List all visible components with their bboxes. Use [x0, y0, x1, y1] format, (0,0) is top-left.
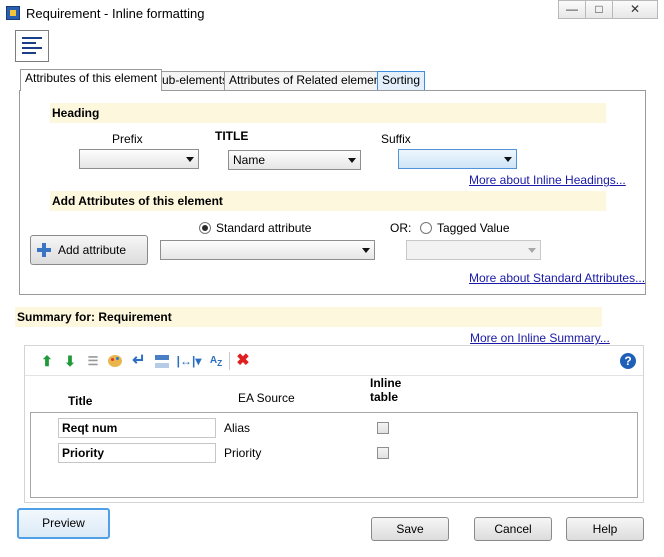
row-title-input[interactable]: Reqt num	[58, 418, 216, 438]
chevron-down-icon	[528, 248, 536, 253]
chevron-down-icon	[186, 157, 194, 162]
title-label: TITLE	[215, 129, 249, 143]
tagged-value-radio[interactable]	[420, 222, 432, 234]
toolbar-divider	[229, 352, 230, 370]
preview-button[interactable]: Preview	[17, 508, 110, 539]
maximize-button[interactable]: □	[585, 0, 612, 19]
row-ea-source: Alias	[224, 421, 251, 435]
more-inline-headings-link[interactable]: More about Inline Headings...	[469, 173, 626, 187]
inline-format-icon	[15, 30, 49, 62]
cancel-button[interactable]: Cancel	[474, 517, 552, 541]
plus-icon	[37, 243, 51, 257]
help-icon[interactable]: ?	[620, 353, 636, 369]
chevron-down-icon	[504, 157, 512, 162]
down-arrow-icon[interactable]: ⬇	[61, 352, 79, 370]
summary-section-title: Summary for: Requirement	[15, 307, 602, 327]
app-icon	[6, 6, 20, 20]
add-attribute-button[interactable]: Add attribute	[30, 235, 148, 265]
column-header-title: Title	[68, 394, 93, 408]
add-attributes-section-title: Add Attributes of this element	[50, 191, 606, 211]
minimize-button[interactable]: —	[558, 0, 585, 19]
row-ea-source: Priority	[224, 446, 262, 460]
tagged-value-label: Tagged Value	[437, 221, 510, 235]
or-label: OR:	[390, 221, 412, 235]
prefix-label: Prefix	[112, 132, 143, 146]
close-button[interactable]: ✕	[612, 0, 658, 19]
standard-attribute-radio[interactable]	[199, 222, 211, 234]
column-header-inline-table: Inline table	[370, 376, 402, 404]
column-header-ea-source: EA Source	[238, 391, 295, 405]
separator-icon[interactable]	[153, 352, 171, 370]
title-value: Name	[233, 153, 266, 167]
title-combo[interactable]: Name	[228, 150, 361, 170]
standard-attribute-label: Standard attribute	[216, 221, 312, 235]
add-attribute-label: Add attribute	[58, 243, 127, 257]
tab-attributes-of-this-element[interactable]: Attributes of this element	[20, 69, 163, 91]
heading-section-title: Heading	[50, 103, 606, 123]
prefix-combo[interactable]	[79, 149, 199, 169]
list-icon[interactable]: ☰	[84, 352, 102, 370]
palette-icon[interactable]	[106, 352, 124, 370]
suffix-combo[interactable]	[398, 149, 517, 169]
delete-icon[interactable]: ✖	[234, 352, 252, 370]
row-inline-table-checkbox[interactable]	[377, 422, 389, 434]
tagged-value-combo[interactable]	[406, 240, 541, 260]
chevron-down-icon	[348, 158, 356, 163]
row-inline-table-checkbox[interactable]	[377, 447, 389, 459]
newline-icon[interactable]: ↵	[130, 352, 148, 370]
tab-sorting[interactable]: Sorting	[377, 71, 426, 90]
help-button[interactable]: Help	[566, 517, 644, 541]
row-title-input[interactable]: Priority	[58, 443, 216, 463]
tab-related-attributes[interactable]: Attributes of Related elements	[224, 71, 395, 90]
sort-az-icon[interactable]: AZ	[207, 352, 225, 370]
chevron-down-icon	[362, 248, 370, 253]
more-standard-attributes-link[interactable]: More about Standard Attributes...	[469, 271, 645, 285]
up-arrow-icon[interactable]: ⬆	[38, 352, 56, 370]
window-title: Requirement - Inline formatting	[26, 6, 205, 21]
more-inline-summary-link[interactable]: More on Inline Summary...	[470, 331, 610, 345]
width-icon[interactable]: |↔|▾	[176, 352, 202, 370]
standard-attribute-combo[interactable]	[160, 240, 375, 260]
suffix-label: Suffix	[381, 132, 411, 146]
save-button[interactable]: Save	[371, 517, 449, 541]
